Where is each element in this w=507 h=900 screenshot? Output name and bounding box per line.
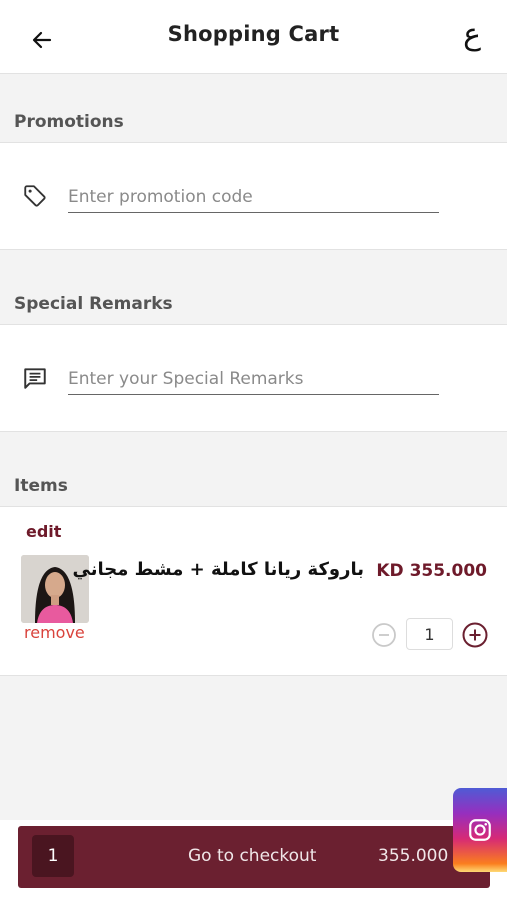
item-name: باروكة ريانا كاملة + مشط مجاني [72, 559, 364, 580]
promotions-section-title: Promotions [14, 112, 124, 132]
special-remarks-section-title: Special Remarks [14, 294, 173, 314]
plus-circle-icon [462, 622, 488, 648]
quantity-field[interactable]: 1 [406, 618, 453, 650]
language-toggle-button[interactable]: ع [463, 20, 481, 50]
promotion-code-input[interactable] [68, 181, 439, 213]
tag-icon [20, 181, 50, 211]
cart-count-badge: 1 [32, 835, 74, 877]
page-title: Shopping Cart [167, 22, 340, 46]
app-header: Shopping Cart ع [0, 0, 507, 74]
instagram-button[interactable] [453, 788, 507, 872]
instagram-icon [469, 819, 491, 841]
checkout-total: 355.000 [378, 846, 449, 866]
items-section-title: Items [14, 476, 68, 496]
special-remarks-input[interactable] [68, 363, 439, 395]
edit-item-link[interactable]: edit [26, 522, 61, 541]
remarks-card [0, 324, 507, 432]
checkout-bar: 1 Go to checkout 355.000 [0, 820, 507, 900]
promotions-card [0, 142, 507, 250]
remove-item-link[interactable]: remove [24, 623, 85, 642]
increase-quantity-button[interactable] [461, 621, 489, 649]
go-to-checkout-button[interactable]: 1 Go to checkout 355.000 [18, 826, 490, 888]
checkout-label: Go to checkout [188, 846, 317, 866]
item-price: KD 355.000 [376, 561, 487, 581]
comment-icon [20, 363, 50, 393]
minus-circle-icon [372, 623, 396, 647]
decrease-quantity-button[interactable] [371, 622, 397, 648]
cart-item: edit remove باروكة ريانا كاملة + مشط مجا… [0, 506, 507, 676]
